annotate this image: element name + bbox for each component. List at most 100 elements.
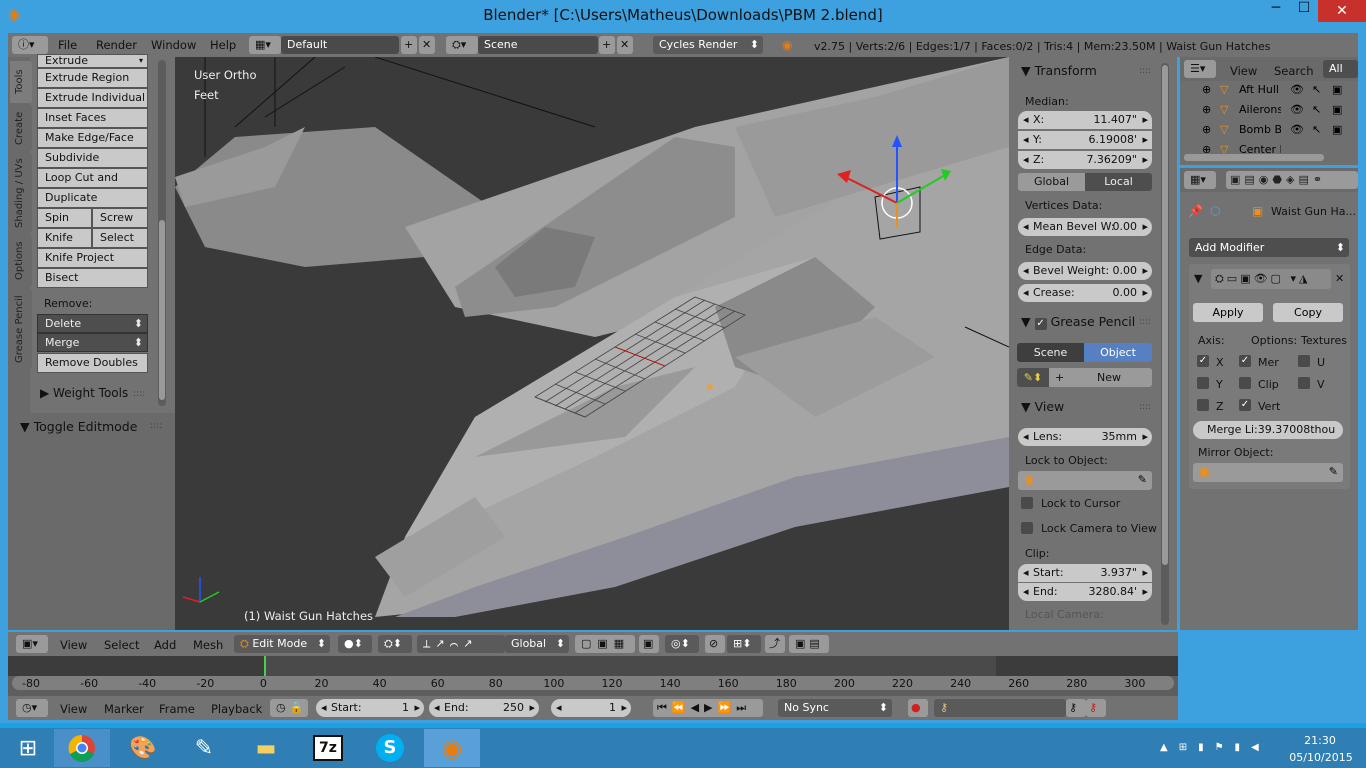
eyedropper-icon[interactable]: ✎ [1329,465,1338,478]
snap-toggle-icon[interactable]: ⊘ [705,635,725,653]
add-modifier-dropdown[interactable]: Add Modifier ⬍ [1189,238,1349,257]
limit-selection-icon[interactable]: ▣ [639,635,659,653]
duplicate-button[interactable]: Duplicate [37,188,148,208]
select-mode-buttons[interactable]: ▢▣▦ [575,635,635,653]
outliner-row[interactable]: ⊕ ▽ Ailerons 👁 ↖ ▣ [1200,103,1350,121]
cursor-icon[interactable]: ↖ [1312,123,1321,136]
texture-v-checkbox[interactable] [1298,377,1310,389]
remove-scene-button[interactable]: ✕ [617,36,633,54]
sidebar-scrollbar[interactable] [1161,63,1169,625]
pivot-dropdown[interactable]: ⛭⬍ [378,635,412,653]
knife-button[interactable]: Knife [37,228,92,248]
texture-u-checkbox[interactable] [1298,355,1310,367]
3d-view-editor-icon[interactable]: ▣▾ [16,635,48,653]
orientation-dropdown[interactable]: Global ⬍ [505,635,569,653]
outliner-hscrollbar[interactable] [1184,154,1324,161]
menu-window[interactable]: Window [151,38,196,52]
3d-viewport[interactable]: User Ortho Feet (1) Waist Gun Hatches [175,57,1009,630]
axis-z-checkbox[interactable] [1197,399,1209,411]
render-buttons[interactable]: ▣▤ [789,635,829,653]
outliner-row[interactable]: ⊕▽Aft Hull S👁↖▣ [1200,83,1350,101]
lock-camera-checkbox[interactable] [1021,522,1033,534]
delete-dropdown[interactable]: Delete ⬍ [37,314,148,333]
crease-field[interactable]: ◂ Crease: 0.00 ▸ [1018,284,1152,302]
subdivide-button[interactable]: Subdivide [37,148,148,168]
eye-icon[interactable]: 👁 [1290,123,1304,136]
start-frame-field[interactable]: ◂ Start: 1 ▸ [316,699,424,717]
global-toggle[interactable]: Global [1018,173,1085,191]
start-button[interactable]: ⊞ [0,729,56,767]
tab-shading-uvs[interactable]: Shading / UVs [10,153,32,233]
median-z-field[interactable]: ◂ Z: 7.36209" ▸ [1018,151,1152,169]
gp-object-toggle[interactable]: Object [1084,343,1152,362]
extrude-individual-button[interactable]: Extrude Individual [37,88,148,108]
modifier-collapse-icon[interactable]: ▼ [1194,272,1202,285]
inset-faces-button[interactable]: Inset Faces [37,108,148,128]
axis-x-checkbox[interactable]: ✓ [1197,355,1209,367]
opengl-render-icon[interactable]: ⤴ [765,635,785,653]
info-editor-menu[interactable]: ⓘ▾ [12,36,48,54]
7zip-icon[interactable]: 7z [300,729,356,767]
view-panel-header[interactable]: ▼ View [1021,399,1064,414]
chrome-icon[interactable] [54,729,110,767]
current-frame-field[interactable]: ◂ 1 ▸ [551,699,631,717]
add-screen-button[interactable]: + [401,36,417,54]
add-menu[interactable]: Add [154,638,176,652]
gp-pencil-icon[interactable]: ✎⬍ [1017,368,1049,387]
tab-tools[interactable]: Tools [10,61,32,103]
drag-handle-icon[interactable]: :::: [1139,402,1151,412]
cursor-icon[interactable]: ↖ [1312,83,1321,96]
eye-icon[interactable]: 👁 [1290,83,1304,96]
mean-bevel-field[interactable]: ◂ Mean Bevel W: 0.00 ▸ [1018,218,1152,236]
make-edge-face-button[interactable]: Make Edge/Face [37,128,148,148]
lock-object-field[interactable]: ▣ ✎ [1018,471,1152,490]
modifier-remove-icon[interactable]: ✕ [1335,272,1344,285]
lock-to-cursor-checkbox[interactable] [1021,497,1033,509]
vertex-groups-checkbox[interactable]: ✓ [1239,399,1251,411]
toggle-editmode-header[interactable]: ▼ Toggle Editmode [20,419,137,434]
select-menu[interactable]: Select [104,638,139,652]
properties-editor-icon[interactable]: ▦▾ [1184,171,1216,189]
close-button[interactable]: ✕ [1318,0,1366,22]
outliner-row[interactable]: ⊕▽Bomb Ba👁↖▣ [1200,123,1350,141]
modifier-header-icons[interactable]: ⛭▭▣👁▢ ▾◮ [1211,269,1331,289]
frame-menu[interactable]: Frame [159,702,195,716]
camera-icon[interactable]: ▣ [1332,123,1342,136]
paint-icon[interactable]: 🎨 [115,729,171,767]
bevel-weight-field[interactable]: ◂ Bevel Weight: 0.00 ▸ [1018,262,1152,280]
clock-date[interactable]: 05/10/2015 [1288,751,1354,764]
merge-limit-field[interactable]: Merge Li:39.37008thou [1193,421,1343,439]
bisect-button[interactable]: Bisect [37,268,148,288]
mode-dropdown[interactable]: ⛭ Edit Mode ⬍ [234,635,330,653]
system-tray-icons[interactable]: ▲⊞▮⚑▮◀ [1160,742,1270,753]
grease-pencil-checkbox[interactable]: ✓ [1034,318,1047,330]
gp-new-button[interactable]: + New [1049,368,1152,387]
camera-icon[interactable]: ▣ [1332,83,1342,96]
copy-button[interactable]: Copy [1273,303,1343,322]
camera-icon[interactable]: ▣ [1332,103,1342,116]
drag-handle-icon[interactable]: :::: [133,389,145,399]
outliner-row[interactable]: ⊕▽Center H [1200,143,1350,153]
keying-set-field[interactable]: ⚷ [934,699,1066,717]
display-mode-dropdown[interactable]: All Sc [1323,60,1358,93]
menu-file[interactable]: File [58,38,77,52]
loop-cut-slide-button[interactable]: Loop Cut and Slide [37,168,148,202]
manipulator-toggles[interactable]: ⟂↗⌒↗ [417,635,505,653]
apply-button[interactable]: Apply [1193,303,1263,322]
axis-y-checkbox[interactable] [1197,377,1209,389]
tab-grease-pencil[interactable]: Grease Pencil [10,289,32,369]
gp-scene-toggle[interactable]: Scene [1017,343,1084,362]
cursor-icon[interactable]: ↖ [1312,103,1321,116]
screen-layout-field[interactable]: Default [281,36,399,54]
remove-screen-button[interactable]: ✕ [419,36,435,54]
playhead[interactable] [264,656,266,676]
render-engine-dropdown[interactable]: Cycles Render ⬍ [653,36,763,54]
extrude-button[interactable]: Extrude ▾ [37,54,148,68]
eyedropper-icon[interactable]: ✎ [1138,473,1147,486]
knife-select-button[interactable]: Select [92,228,148,248]
outliner-view-menu[interactable]: View [1230,64,1257,78]
view-menu[interactable]: View [60,638,87,652]
scene-field[interactable]: Scene [478,36,598,54]
median-y-field[interactable]: ◂ Y: 6.19008' ▸ [1018,131,1152,149]
folder-icon[interactable]: ▬ [238,729,294,767]
